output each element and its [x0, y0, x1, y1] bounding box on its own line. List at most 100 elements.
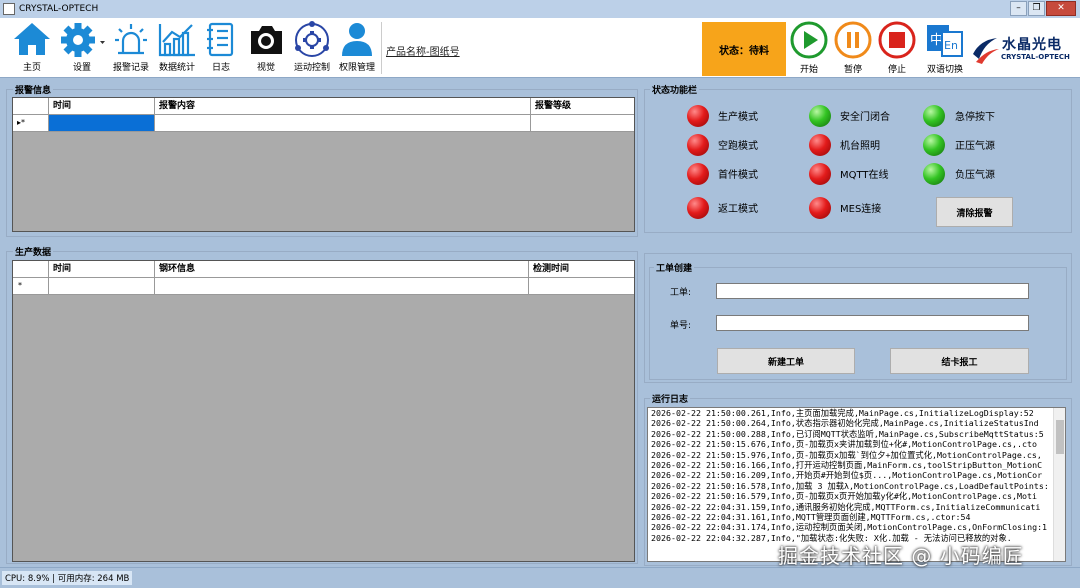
- home-icon: [14, 23, 50, 55]
- runlog-lines: 2026-02-22 21:50:00.261,Info,主页面加载完成,Mai…: [648, 408, 1065, 543]
- product-label: 产品名称-图纸号: [386, 43, 460, 58]
- log-line: 2026-02-22 21:50:15.676,Info,页-加载页x夹讲加载到…: [651, 439, 1037, 450]
- row-marker: *: [13, 278, 49, 294]
- close-button[interactable]: ✕: [1046, 1, 1076, 16]
- alarm-col-level[interactable]: 报警等级: [531, 98, 635, 115]
- workorder-order-label: 工单:: [670, 288, 692, 298]
- indicator-label: MES连接: [840, 204, 882, 215]
- control-label: 暂停: [843, 65, 862, 75]
- indicator-label: 空跑模式: [718, 141, 758, 152]
- machine-status-badge: 状态：待料: [702, 22, 786, 76]
- led-dry-run-mode: [687, 134, 709, 156]
- runlog-scroll-thumb[interactable]: [1056, 420, 1064, 454]
- toolbar-label: 设置: [72, 63, 91, 73]
- workorder-panel: 工单创建 工单: 单号: 新建工单 结卡报工: [644, 253, 1072, 383]
- table-cell[interactable]: [155, 278, 529, 294]
- alarm-col-content[interactable]: 报警内容: [155, 98, 531, 115]
- indicator-label: 返工模式: [718, 204, 758, 215]
- toolbar-label: 运动控制: [293, 63, 330, 73]
- language-icon: 中 En: [927, 25, 963, 57]
- indicator-label: 生产模式: [718, 112, 758, 123]
- production-col-ring-info[interactable]: 钢环信息: [155, 261, 529, 278]
- toolbar-settings-button[interactable]: 设置: [58, 20, 106, 78]
- led-safety-door: [809, 105, 831, 127]
- alarm-grid-header: 时间 报警内容 报警等级: [13, 98, 634, 115]
- play-icon: [790, 21, 828, 59]
- alarm-col-time[interactable]: 时间: [49, 98, 155, 115]
- alarm-icon: [115, 24, 147, 55]
- toolbar-alarm-button[interactable]: 报警记录: [112, 20, 150, 78]
- workorder-title: 工单创建: [654, 261, 695, 274]
- indicator-label: 安全门闭合: [840, 112, 890, 123]
- production-grid[interactable]: 时间 钢环信息 检测时间 *: [12, 260, 635, 562]
- table-cell[interactable]: [531, 115, 635, 131]
- svg-text:En: En: [944, 39, 958, 52]
- toolbar-label: 视觉: [256, 63, 275, 73]
- brand-cn: 水晶光电: [1002, 37, 1062, 53]
- indicator-label: 急停按下: [955, 112, 995, 123]
- production-col-inspect-time[interactable]: 检测时间: [529, 261, 635, 278]
- system-resource-text: CPU: 8.9% | 可用内存: 264 MB: [2, 571, 133, 585]
- minimize-button[interactable]: –: [1010, 1, 1027, 16]
- table-cell[interactable]: [155, 115, 531, 131]
- indicator-label: MQTT在线: [840, 170, 889, 181]
- production-grid-header: 时间 钢环信息 检测时间: [13, 261, 634, 278]
- led-negative-pressure: [923, 163, 945, 185]
- toolbar-label: 权限管理: [338, 63, 375, 73]
- toolbar-stats-button[interactable]: 数据统计: [156, 20, 198, 78]
- production-group: 生产数据 时间 钢环信息 检测时间 *: [6, 245, 638, 564]
- toolbar-label: 主页: [22, 63, 41, 73]
- production-group-title: 生产数据: [13, 245, 54, 258]
- indicator-label: 负压气源: [955, 170, 995, 181]
- maximize-button[interactable]: ❐: [1028, 1, 1045, 16]
- alarm-group-title: 报警信息: [13, 83, 54, 96]
- toolbar-permission-button[interactable]: 权限管理: [338, 20, 376, 78]
- log-line: 2026-02-22 21:50:16.578,Info,加载 3 加载λ,Mo…: [651, 480, 1049, 491]
- workorder-number-label: 单号:: [670, 321, 692, 331]
- toolbar-home-button[interactable]: 主页: [10, 20, 54, 78]
- toolbar-log-button[interactable]: 日志: [204, 20, 238, 78]
- toolbar-motion-button[interactable]: 运动控制: [290, 20, 334, 78]
- production-col-time[interactable]: 时间: [49, 261, 155, 278]
- pause-icon: [834, 21, 872, 59]
- alarm-grid[interactable]: 时间 报警内容 报警等级 ▸*: [12, 97, 635, 232]
- clear-alarm-button[interactable]: 清除报警: [936, 197, 1013, 227]
- led-rework-mode: [687, 197, 709, 219]
- pause-button[interactable]: 暂停: [832, 20, 874, 78]
- log-line: 2026-02-22 21:50:00.264,Info,状态指示器初始化完成,…: [651, 418, 1039, 429]
- runlog-scrollbar[interactable]: [1053, 408, 1065, 561]
- row-marker: ▸*: [13, 115, 49, 131]
- log-icon: [207, 22, 234, 57]
- log-line: 2026-02-22 21:50:15.976,Info,页-加载页x加载`到位…: [651, 449, 1042, 460]
- language-toggle-button[interactable]: 中 En 双语切换: [922, 20, 968, 78]
- toolbar-label: 数据统计: [158, 63, 195, 73]
- alarm-group: 报警信息 时间 报警内容 报警等级 ▸*: [6, 83, 638, 237]
- log-line: 2026-02-22 21:50:16.166,Info,打开运动控制页面,Ma…: [651, 460, 1043, 471]
- table-cell[interactable]: [49, 278, 155, 294]
- status-panel: 状态功能栏 生产模式 安全门闭合 急停按下 空跑模式 机台照明 正压气源 首件模…: [644, 83, 1072, 233]
- stop-button[interactable]: 停止: [876, 20, 918, 78]
- table-row[interactable]: *: [13, 278, 634, 295]
- workorder-order-input[interactable]: [716, 283, 1029, 299]
- indicator-label: 正压气源: [955, 141, 995, 152]
- close-card-report-button[interactable]: 结卡报工: [890, 348, 1029, 374]
- workorder-number-input[interactable]: [716, 315, 1029, 331]
- toolbar-separator: [381, 22, 382, 74]
- brand-en: CRYSTAL-OPTECH: [1001, 53, 1070, 61]
- start-button[interactable]: 开始: [788, 20, 830, 78]
- led-mes-connection: [809, 197, 831, 219]
- log-line: 2026-02-22 22:04:31.161,Info,MQTT管理页面创建,…: [651, 512, 971, 523]
- camera-icon: [251, 26, 282, 54]
- led-mqtt-online: [809, 163, 831, 185]
- table-cell[interactable]: [49, 115, 155, 131]
- toolbar-vision-button[interactable]: 视觉: [246, 20, 286, 78]
- log-line: 2026-02-22 21:50:16.209,Info,开始页#开始到位$页.…: [651, 470, 1043, 481]
- table-row[interactable]: ▸*: [13, 115, 634, 132]
- log-line: 2026-02-22 21:50:00.261,Info,主页面加载完成,Mai…: [651, 408, 1034, 418]
- window-title: CRYSTAL-OPTECH: [19, 4, 99, 14]
- runlog-textbox[interactable]: 2026-02-22 21:50:00.261,Info,主页面加载完成,Mai…: [647, 407, 1066, 562]
- new-workorder-button[interactable]: 新建工单: [717, 348, 855, 374]
- table-cell[interactable]: [529, 278, 635, 294]
- runlog-title: 运行日志: [650, 392, 691, 405]
- led-first-article-mode: [687, 163, 709, 185]
